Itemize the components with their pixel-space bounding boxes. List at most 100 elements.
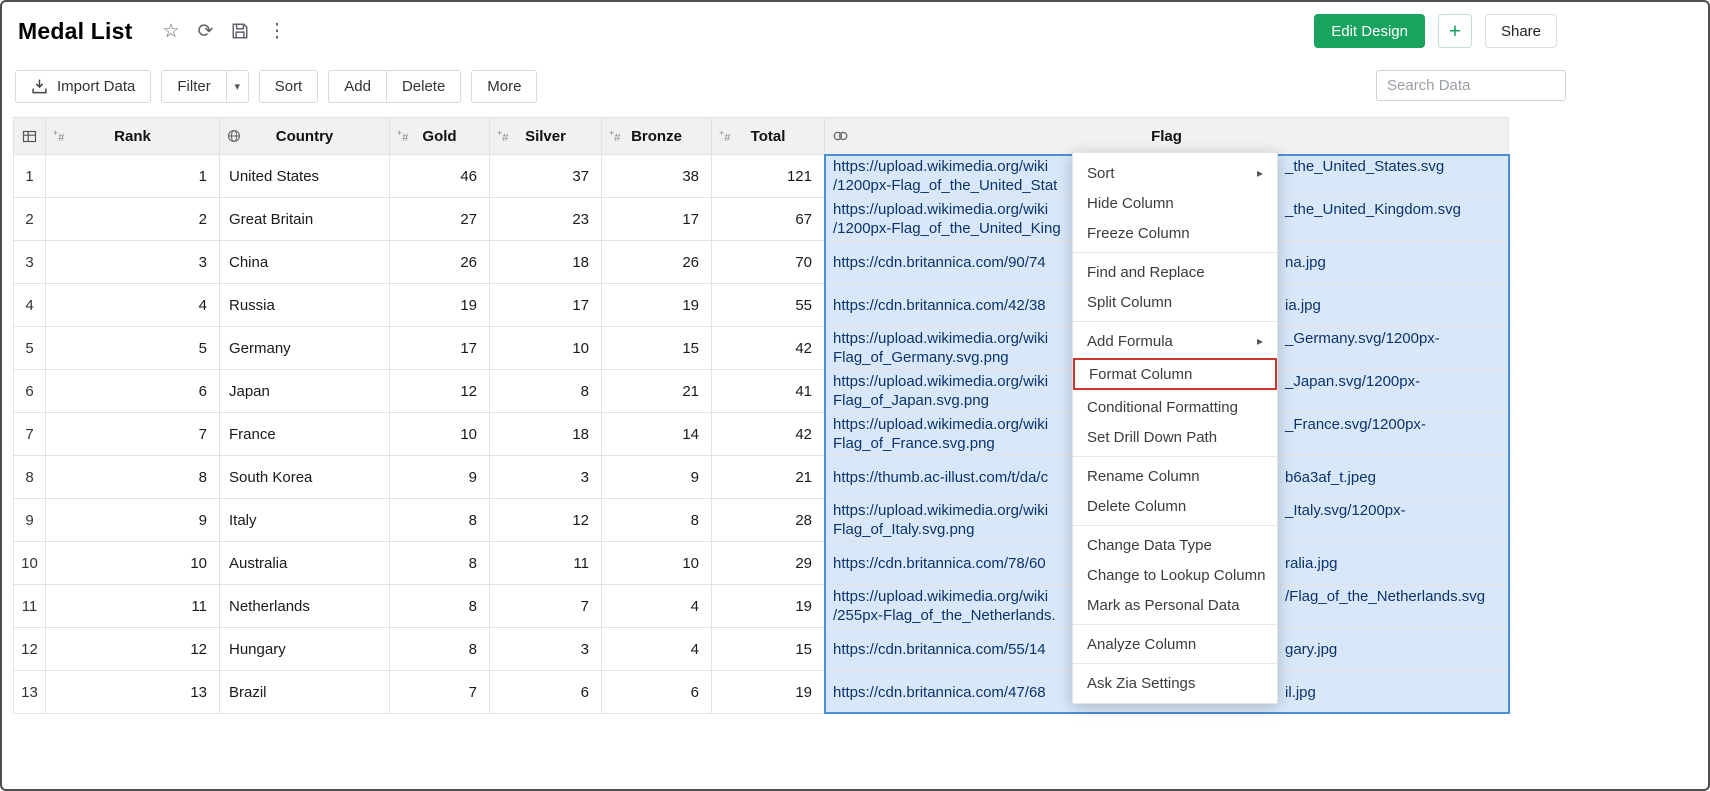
- cell-total[interactable]: 29: [712, 542, 825, 585]
- delete-button[interactable]: Delete: [387, 70, 461, 103]
- column-header-gold[interactable]: +#Gold: [390, 118, 490, 155]
- cell-silver[interactable]: 23: [490, 198, 602, 241]
- cell-rank[interactable]: 6: [46, 370, 220, 413]
- row-number[interactable]: 4: [14, 284, 46, 327]
- cell-rank[interactable]: 4: [46, 284, 220, 327]
- cell-total[interactable]: 19: [712, 671, 825, 714]
- cell-gold[interactable]: 8: [390, 542, 490, 585]
- cell-bronze[interactable]: 26: [602, 241, 712, 284]
- save-icon[interactable]: [231, 22, 249, 40]
- cell-rank[interactable]: 2: [46, 198, 220, 241]
- share-button[interactable]: Share: [1485, 14, 1557, 48]
- cell-country[interactable]: United States: [220, 155, 390, 198]
- cell-rank[interactable]: 12: [46, 628, 220, 671]
- cell-bronze[interactable]: 14: [602, 413, 712, 456]
- menu-item-change-to-lookup-column[interactable]: Change to Lookup Column: [1073, 560, 1277, 590]
- cell-silver[interactable]: 3: [490, 628, 602, 671]
- menu-item-mark-as-personal-data[interactable]: Mark as Personal Data: [1073, 590, 1277, 620]
- cell-rank[interactable]: 9: [46, 499, 220, 542]
- row-number[interactable]: 5: [14, 327, 46, 370]
- cell-country[interactable]: Australia: [220, 542, 390, 585]
- menu-item-hide-column[interactable]: Hide Column: [1073, 188, 1277, 218]
- cell-total[interactable]: 21: [712, 456, 825, 499]
- edit-design-button[interactable]: Edit Design: [1314, 14, 1425, 48]
- cell-silver[interactable]: 17: [490, 284, 602, 327]
- menu-item-find-and-replace[interactable]: Find and Replace: [1073, 257, 1277, 287]
- cell-total[interactable]: 121: [712, 155, 825, 198]
- cell-gold[interactable]: 8: [390, 628, 490, 671]
- cell-country[interactable]: Italy: [220, 499, 390, 542]
- cell-bronze[interactable]: 17: [602, 198, 712, 241]
- cell-country[interactable]: Great Britain: [220, 198, 390, 241]
- cell-gold[interactable]: 8: [390, 585, 490, 628]
- cell-gold[interactable]: 10: [390, 413, 490, 456]
- cell-gold[interactable]: 17: [390, 327, 490, 370]
- row-number[interactable]: 13: [14, 671, 46, 714]
- cell-country[interactable]: France: [220, 413, 390, 456]
- row-number[interactable]: 12: [14, 628, 46, 671]
- cell-bronze[interactable]: 19: [602, 284, 712, 327]
- cell-country[interactable]: Russia: [220, 284, 390, 327]
- add-button[interactable]: Add: [328, 70, 387, 103]
- cell-bronze[interactable]: 38: [602, 155, 712, 198]
- cell-country[interactable]: Germany: [220, 327, 390, 370]
- cell-total[interactable]: 15: [712, 628, 825, 671]
- cell-country[interactable]: China: [220, 241, 390, 284]
- cell-silver[interactable]: 10: [490, 327, 602, 370]
- column-header-flag[interactable]: Flag: [825, 118, 1509, 155]
- filter-button[interactable]: Filter: [161, 70, 226, 103]
- cell-silver[interactable]: 6: [490, 671, 602, 714]
- menu-item-conditional-formatting[interactable]: Conditional Formatting: [1073, 392, 1277, 422]
- cell-total[interactable]: 42: [712, 327, 825, 370]
- row-number[interactable]: 3: [14, 241, 46, 284]
- cell-gold[interactable]: 9: [390, 456, 490, 499]
- cell-bronze[interactable]: 10: [602, 542, 712, 585]
- add-new-button[interactable]: +: [1438, 14, 1472, 48]
- menu-item-add-formula[interactable]: Add Formula▸: [1073, 326, 1277, 356]
- cell-gold[interactable]: 46: [390, 155, 490, 198]
- menu-item-analyze-column[interactable]: Analyze Column: [1073, 629, 1277, 659]
- search-input[interactable]: [1376, 70, 1566, 101]
- menu-item-change-data-type[interactable]: Change Data Type: [1073, 530, 1277, 560]
- cell-bronze[interactable]: 4: [602, 628, 712, 671]
- cell-rank[interactable]: 5: [46, 327, 220, 370]
- menu-item-ask-zia-settings[interactable]: Ask Zia Settings: [1073, 668, 1277, 698]
- import-data-button[interactable]: Import Data: [15, 70, 151, 103]
- cell-gold[interactable]: 7: [390, 671, 490, 714]
- column-header-total[interactable]: +#Total: [712, 118, 825, 155]
- cell-country[interactable]: Brazil: [220, 671, 390, 714]
- row-number[interactable]: 1: [14, 155, 46, 198]
- menu-item-format-column[interactable]: Format Column: [1073, 358, 1277, 390]
- cell-silver[interactable]: 18: [490, 413, 602, 456]
- column-header-silver[interactable]: +#Silver: [490, 118, 602, 155]
- cell-rank[interactable]: 13: [46, 671, 220, 714]
- row-number[interactable]: 11: [14, 585, 46, 628]
- column-header-country[interactable]: Country: [220, 118, 390, 155]
- cell-rank[interactable]: 3: [46, 241, 220, 284]
- cell-gold[interactable]: 19: [390, 284, 490, 327]
- select-all-corner[interactable]: [14, 118, 46, 155]
- cell-silver[interactable]: 8: [490, 370, 602, 413]
- cell-country[interactable]: Netherlands: [220, 585, 390, 628]
- star-icon[interactable]: ☆: [162, 22, 179, 41]
- cell-gold[interactable]: 26: [390, 241, 490, 284]
- cell-gold[interactable]: 27: [390, 198, 490, 241]
- cell-bronze[interactable]: 8: [602, 499, 712, 542]
- cell-rank[interactable]: 10: [46, 542, 220, 585]
- cell-silver[interactable]: 3: [490, 456, 602, 499]
- menu-item-split-column[interactable]: Split Column: [1073, 287, 1277, 317]
- cell-total[interactable]: 67: [712, 198, 825, 241]
- cell-bronze[interactable]: 15: [602, 327, 712, 370]
- cell-rank[interactable]: 8: [46, 456, 220, 499]
- menu-item-rename-column[interactable]: Rename Column: [1073, 461, 1277, 491]
- row-number[interactable]: 10: [14, 542, 46, 585]
- row-number[interactable]: 6: [14, 370, 46, 413]
- more-button[interactable]: More: [471, 70, 537, 103]
- refresh-icon[interactable]: ⟳: [198, 22, 214, 41]
- menu-item-set-drill-down-path[interactable]: Set Drill Down Path: [1073, 422, 1277, 452]
- cell-rank[interactable]: 1: [46, 155, 220, 198]
- row-number[interactable]: 2: [14, 198, 46, 241]
- menu-item-sort[interactable]: Sort▸: [1073, 158, 1277, 188]
- cell-bronze[interactable]: 6: [602, 671, 712, 714]
- menu-item-freeze-column[interactable]: Freeze Column: [1073, 218, 1277, 248]
